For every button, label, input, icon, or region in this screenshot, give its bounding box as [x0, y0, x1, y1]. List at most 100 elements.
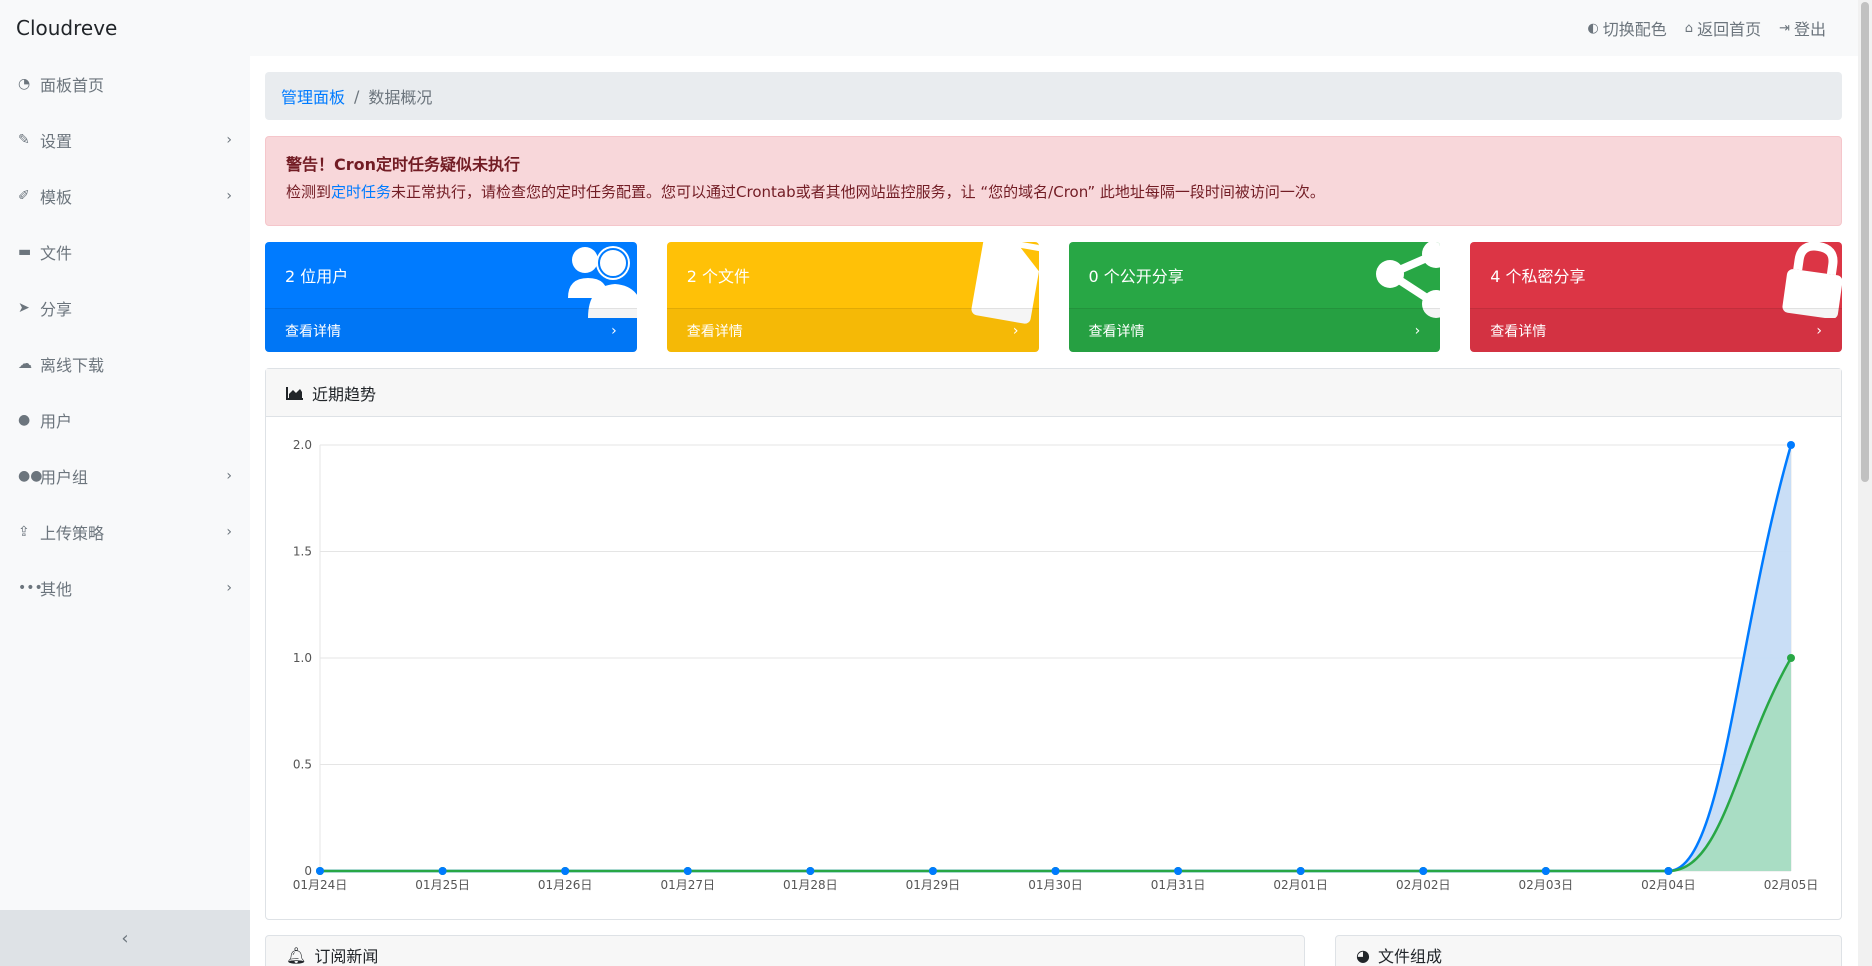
data-point — [1787, 654, 1795, 662]
chevron-right-icon: › — [226, 524, 232, 540]
sidebar-item-other[interactable]: ••• 其他 › — [0, 560, 250, 616]
paper-plane-icon: ➤ — [18, 300, 30, 316]
sign-out-icon: ⇥ — [1779, 20, 1790, 36]
public-shares-card-details-link[interactable]: 查看详情 › — [1068, 308, 1441, 352]
chevron-left-icon: ‹ — [121, 927, 129, 949]
trend-panel-header: 近期趋势 — [266, 369, 1841, 417]
sidebar-item-label: 分享 — [40, 300, 73, 319]
sidebar-item-shares[interactable]: ➤ 分享 — [0, 280, 250, 336]
news-panel-header: 🔔︎ 订阅新闻 — [265, 935, 1305, 966]
x-tick-label: 02月05日 — [1764, 878, 1819, 892]
private-shares-card: 4 个私密分享 查看详情 › — [1470, 242, 1842, 352]
alert-message: 检测到定时任务未正常执行，请检查您的定时任务配置。您可以通过Crontab或者其… — [286, 181, 1821, 202]
sidebar-collapse-button[interactable]: ‹ — [0, 910, 250, 966]
toggle-icon: ◐ — [1587, 20, 1599, 36]
card-title: 4 个私密分享 — [1490, 267, 1586, 286]
data-point — [1051, 867, 1060, 875]
bottom-panels: 🔔︎ 订阅新闻 ◕ 文件组成 — [265, 935, 1842, 966]
y-tick-label: 0.5 — [293, 758, 312, 772]
x-tick-label: 01月26日 — [538, 878, 593, 892]
private-shares-card-details-link[interactable]: 查看详情 › — [1470, 308, 1842, 352]
sidebar-item-users[interactable]: ● 用户 — [0, 392, 250, 448]
sidebar-item-label: 上传策略 — [40, 524, 105, 543]
data-point — [928, 867, 937, 875]
folder-icon: ▬ — [18, 244, 32, 260]
users-card-details-link[interactable]: 查看详情 › — [265, 308, 637, 352]
data-point — [1664, 867, 1673, 875]
card-footer-label: 查看详情 — [686, 323, 743, 340]
x-tick-label: 01月24日 — [293, 878, 348, 892]
logout-link[interactable]: ⇥ 登出 — [1779, 16, 1826, 40]
sidebar-item-files[interactable]: ▬ 文件 — [0, 224, 250, 280]
x-tick-label: 01月31日 — [1151, 878, 1206, 892]
files-card: 2 个文件 查看详情 › — [666, 242, 1039, 352]
cron-task-link[interactable]: 定时任务 — [331, 183, 391, 201]
data-point — [1419, 867, 1428, 875]
logout-label: 登出 — [1793, 20, 1826, 39]
alert-text-before: 检测到 — [286, 183, 332, 201]
users-icon: ●● — [18, 468, 43, 484]
sidebar-item-label: 离线下载 — [40, 356, 105, 375]
files-card-details-link[interactable]: 查看详情 › — [666, 308, 1039, 352]
sidebar-item-templates[interactable]: ✐ 模板 › — [0, 168, 250, 224]
data-point — [1541, 867, 1550, 875]
data-point — [561, 867, 570, 875]
ellipsis-icon: ••• — [18, 580, 43, 596]
top-navbar: Cloudreve ◐ 切换配色 ⌂ 返回首页 ⇥ 登出 — [0, 0, 1872, 56]
sidebar-item-user-groups[interactable]: ●● 用户组 › — [0, 448, 250, 504]
chevron-right-icon: › — [1012, 322, 1019, 339]
dashboard-icon: ◔ — [18, 76, 31, 92]
card-footer-label: 查看详情 — [1490, 323, 1547, 340]
x-tick-label: 01月30日 — [1028, 878, 1083, 892]
card-title: 2 位用户 — [285, 267, 349, 286]
file-composition-panel-title: 文件组成 — [1377, 947, 1442, 966]
bell-icon: 🔔︎ — [286, 945, 307, 965]
cloud-download-icon: ☁ — [18, 356, 32, 372]
users-card: 2 位用户 查看详情 › — [265, 242, 637, 352]
navbar-actions: ◐ 切换配色 ⌂ 返回首页 ⇥ 登出 — [1587, 16, 1826, 40]
data-point — [438, 867, 447, 875]
data-point — [1296, 867, 1305, 875]
chevron-right-icon: › — [1414, 322, 1421, 339]
data-point — [806, 867, 815, 875]
y-tick-label: 1.0 — [293, 651, 312, 665]
x-tick-label: 01月29日 — [906, 878, 961, 892]
card-title: 2 个文件 — [686, 267, 751, 286]
sidebar-item-dashboard[interactable]: ◔ 面板首页 — [0, 56, 250, 112]
y-tick-label: 2.0 — [293, 438, 312, 452]
sidebar-item-upload-policy[interactable]: ⇪ 上传策略 › — [0, 504, 250, 560]
area-chart-icon — [286, 386, 303, 400]
x-tick-label: 02月04日 — [1641, 878, 1696, 892]
card-footer-label: 查看详情 — [285, 323, 341, 340]
page-scrollbar[interactable] — [1858, 0, 1872, 966]
card-footer-label: 查看详情 — [1088, 323, 1145, 340]
pie-chart-icon: ◕ — [1356, 945, 1370, 965]
brand-logo[interactable]: Cloudreve — [16, 16, 117, 40]
x-tick-label: 01月28日 — [783, 878, 838, 892]
data-point — [316, 867, 324, 875]
sidebar-item-label: 其他 — [40, 580, 73, 599]
y-tick-label: 0 — [304, 864, 312, 878]
theme-toggle-label: 切换配色 — [1602, 20, 1667, 39]
theme-toggle-link[interactable]: ◐ 切换配色 — [1587, 16, 1666, 40]
sidebar-item-label: 面板首页 — [40, 76, 105, 95]
breadcrumb-separator: / — [354, 86, 360, 106]
breadcrumb-admin-link[interactable]: 管理面板 — [281, 84, 345, 108]
scrollbar-thumb[interactable] — [1861, 2, 1869, 482]
sidebar-item-label: 用户 — [40, 412, 73, 431]
trend-panel-title: 近期趋势 — [312, 384, 377, 404]
cron-warning-alert: 警告！Cron定时任务疑似未执行 检测到定时任务未正常执行，请检查您的定时任务配… — [265, 136, 1842, 226]
sidebar-item-offline-download[interactable]: ☁ 离线下载 — [0, 336, 250, 392]
chevron-right-icon: › — [611, 322, 617, 339]
upload-icon: ⇪ — [18, 524, 30, 540]
alert-title: 警告！Cron定时任务疑似未执行 — [286, 155, 521, 174]
chevron-right-icon: › — [226, 580, 232, 596]
breadcrumb-current: 数据概况 — [368, 88, 433, 107]
sidebar-item-label: 用户组 — [40, 468, 89, 487]
breadcrumb: 管理面板 / 数据概况 — [265, 72, 1842, 120]
sidebar-item-label: 设置 — [40, 132, 73, 151]
sidebar-item-settings[interactable]: ✎ 设置 › — [0, 112, 250, 168]
home-link[interactable]: ⌂ 返回首页 — [1685, 16, 1761, 40]
wrench-icon: ✎ — [18, 132, 30, 148]
x-tick-label: 02月02日 — [1396, 878, 1451, 892]
